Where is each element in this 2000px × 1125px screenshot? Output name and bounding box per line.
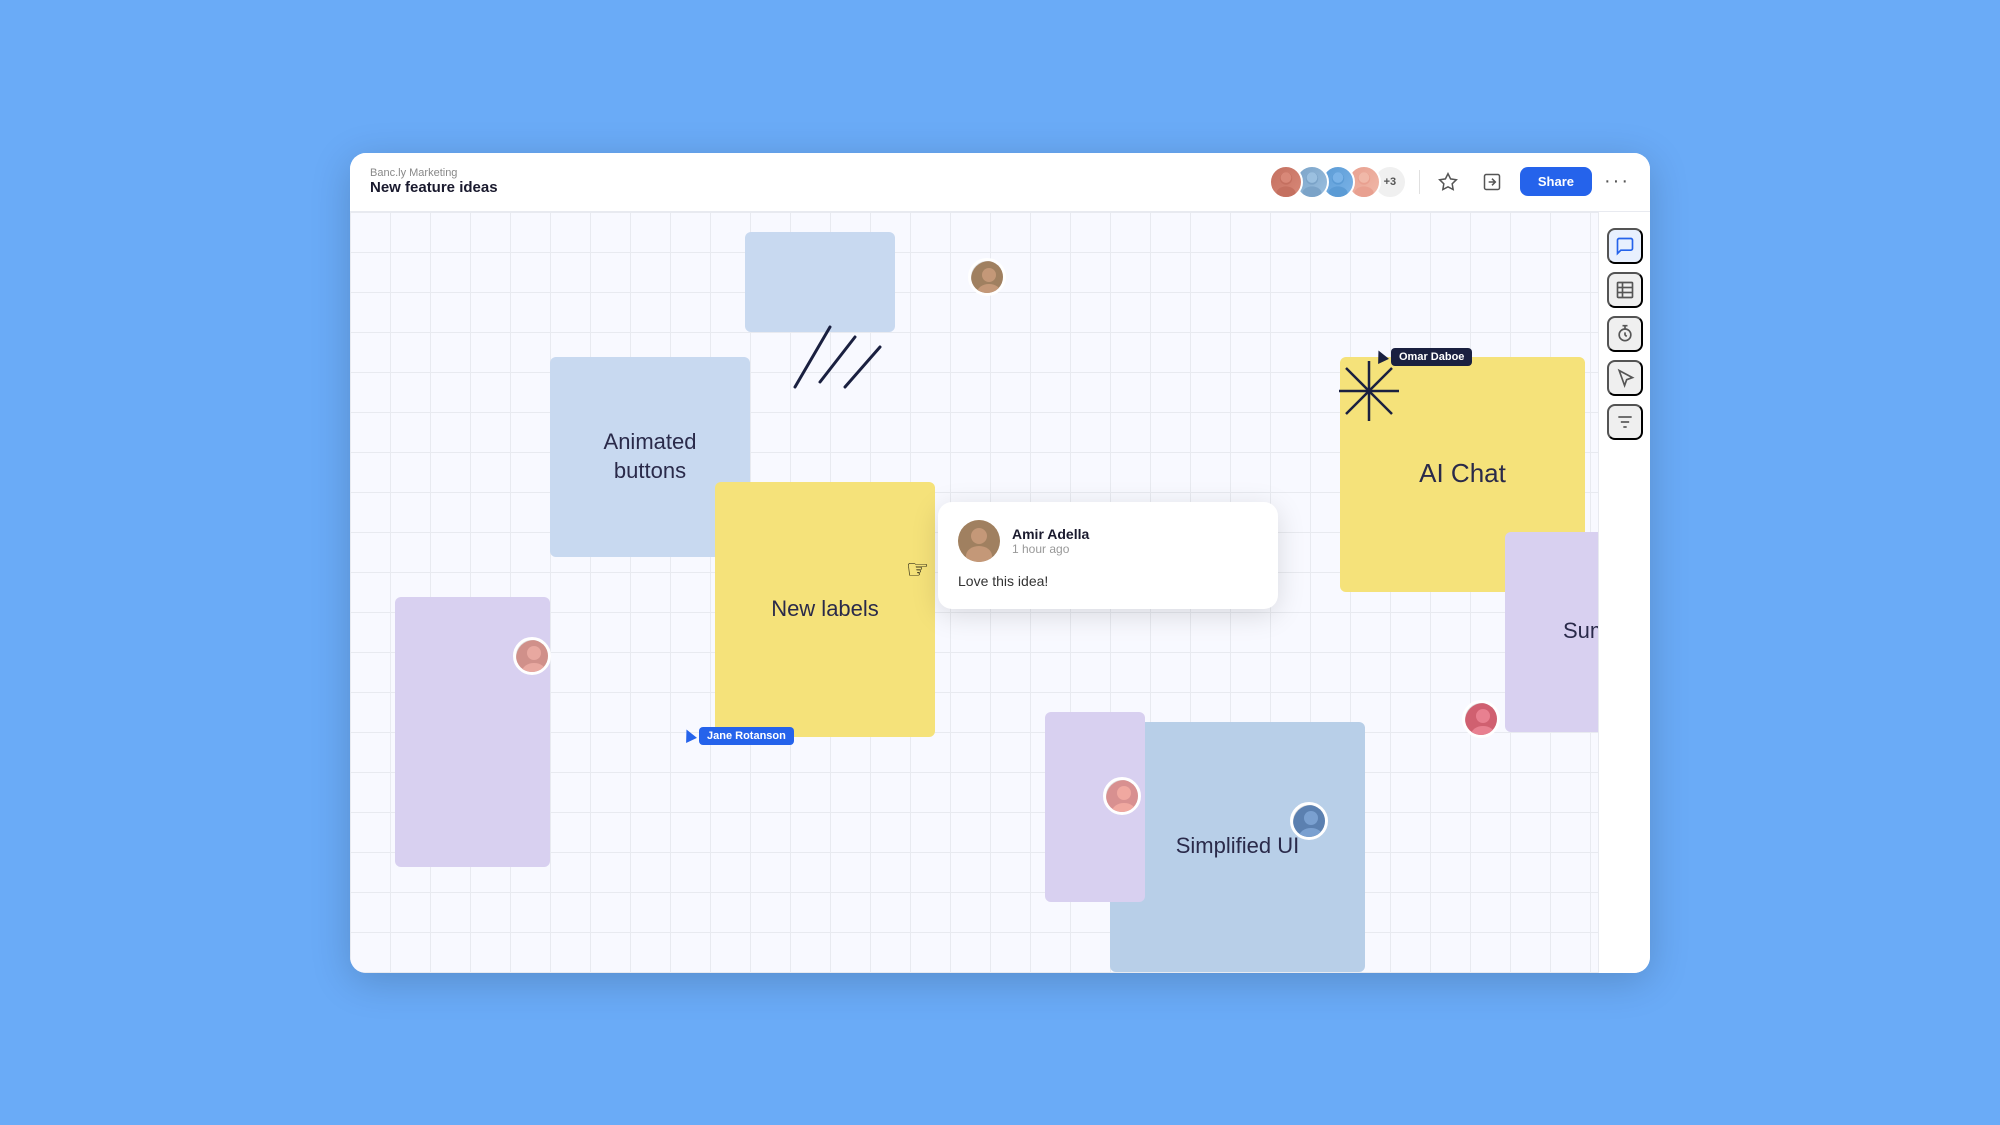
- sticky-note-simplified-ui[interactable]: Simplified UI: [1110, 722, 1365, 972]
- tool-filter[interactable]: [1607, 404, 1643, 440]
- sketch-decoration: [735, 307, 895, 407]
- comment-text: Love this idea!: [958, 572, 1258, 592]
- cursor-jane-label: Jane Rotanson: [699, 727, 794, 745]
- sticky-avatar-summary[interactable]: [1462, 700, 1500, 738]
- tool-cursor[interactable]: [1607, 360, 1643, 396]
- collaborators-avatars: +3: [1269, 165, 1407, 199]
- tool-table[interactable]: [1607, 272, 1643, 308]
- sticky-avatar-simplified-2[interactable]: [1290, 802, 1328, 840]
- cursor-jane-arrow: [681, 727, 697, 743]
- sticky-avatar-simplified[interactable]: [1103, 777, 1141, 815]
- tool-timer[interactable]: [1607, 316, 1643, 352]
- app-window: Banc.ly Marketing New feature ideas: [350, 153, 1650, 973]
- sticky-avatar-top[interactable]: [968, 258, 1006, 296]
- cursor-omar-arrow: [1373, 348, 1389, 364]
- export-button[interactable]: [1476, 166, 1508, 198]
- cursor-omar-label: Omar Daboe: [1391, 348, 1472, 366]
- tool-comment[interactable]: [1607, 228, 1643, 264]
- comment-time: 1 hour ago: [1012, 542, 1089, 556]
- star-decoration: [1335, 357, 1403, 430]
- sidebar-tools: [1598, 212, 1650, 973]
- cursor-omar: Omar Daboe: [1375, 348, 1472, 366]
- titlebar-right: +3 Share ···: [1269, 165, 1630, 199]
- hand-cursor: ☞: [906, 554, 929, 585]
- page-title: New feature ideas: [370, 179, 498, 196]
- comment-header: Amir Adella 1 hour ago: [958, 520, 1258, 562]
- share-button[interactable]: Share: [1520, 167, 1592, 196]
- comment-user-info: Amir Adella 1 hour ago: [1012, 526, 1089, 556]
- titlebar: Banc.ly Marketing New feature ideas: [350, 153, 1650, 212]
- comment-username: Amir Adella: [1012, 526, 1089, 542]
- comment-user-avatar[interactable]: [958, 520, 1000, 562]
- sticky-avatar-left[interactable]: [513, 637, 551, 675]
- workspace-name: Banc.ly Marketing: [370, 167, 498, 179]
- avatar-1[interactable]: [1269, 165, 1303, 199]
- canvas[interactable]: Animated buttons New labels AI Chat Summ…: [350, 212, 1650, 973]
- star-button[interactable]: [1432, 166, 1464, 198]
- cursor-jane: Jane Rotanson: [683, 727, 794, 745]
- sticky-note-new-labels[interactable]: New labels: [715, 482, 935, 737]
- titlebar-left: Banc.ly Marketing New feature ideas: [370, 167, 498, 196]
- comment-popup[interactable]: Amir Adella 1 hour ago Love this idea!: [938, 502, 1278, 610]
- divider: [1419, 170, 1420, 194]
- more-options-button[interactable]: ···: [1604, 170, 1630, 193]
